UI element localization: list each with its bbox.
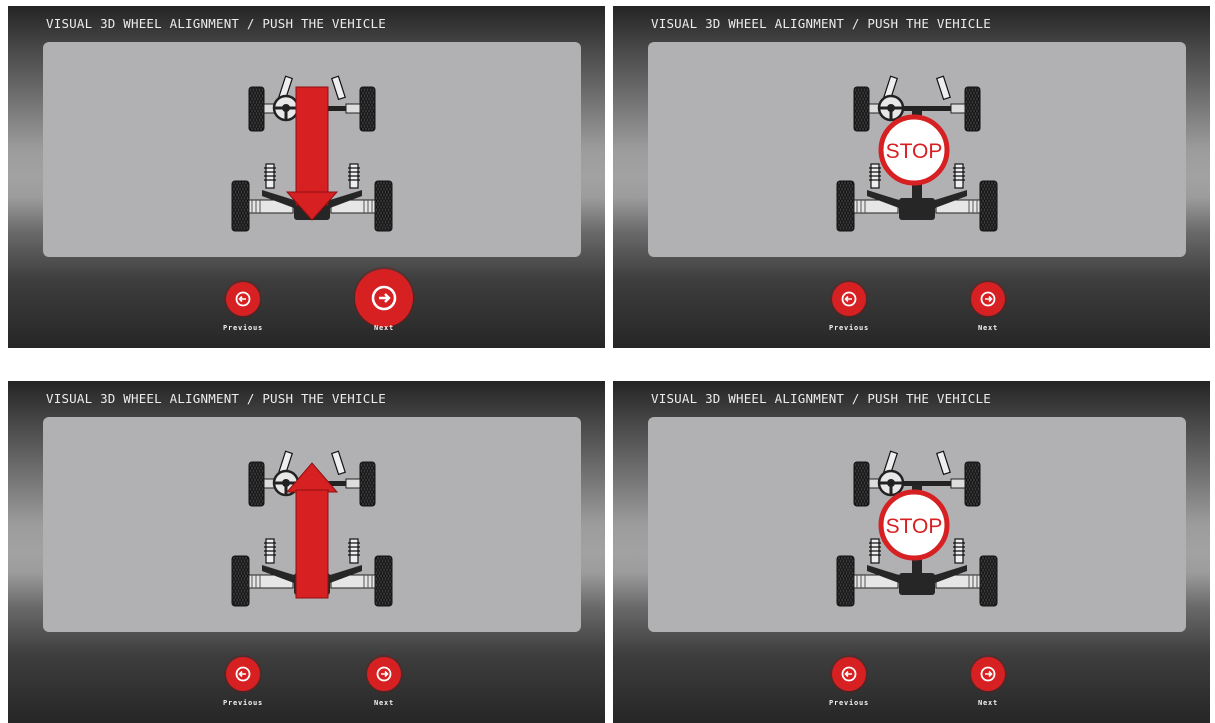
arrow-left-circle-icon [235,291,251,307]
vehicle-panel [43,42,581,257]
next-button[interactable] [971,282,1005,316]
alignment-screen-1: VISUAL 3D WHEEL ALIGNMENT / PUSH THE VEH… [8,6,605,348]
screen-title: VISUAL 3D WHEEL ALIGNMENT / PUSH THE VEH… [651,391,991,406]
next-label: Next [977,699,999,707]
screen-title: VISUAL 3D WHEEL ALIGNMENT / PUSH THE VEH… [46,391,386,406]
previous-label: Previous [222,324,264,332]
arrow-left-circle-icon [841,666,857,682]
previous-button[interactable] [832,657,866,691]
next-button[interactable] [367,657,401,691]
next-button[interactable] [971,657,1005,691]
stop-text: STOP [886,140,943,163]
arrow-left-circle-icon [235,666,251,682]
stop-sign-icon: STOP [878,114,950,186]
screen-title: VISUAL 3D WHEEL ALIGNMENT / PUSH THE VEH… [46,16,386,31]
vehicle-diagram: STOP [835,449,999,608]
vehicle-diagram: STOP [835,74,999,233]
previous-label: Previous [828,699,870,707]
vehicle-diagram [230,74,394,233]
previous-button[interactable] [226,282,260,316]
arrow-right-circle-icon [376,666,392,682]
vehicle-panel: STOP [648,42,1186,257]
next-label: Next [977,324,999,332]
vehicle-panel [43,417,581,632]
previous-label: Previous [222,699,264,707]
previous-button[interactable] [226,657,260,691]
stop-sign-icon: STOP [878,489,950,561]
alignment-screen-4: VISUAL 3D WHEEL ALIGNMENT / PUSH THE VEH… [613,381,1210,723]
alignment-screen-2: VISUAL 3D WHEEL ALIGNMENT / PUSH THE VEH… [613,6,1210,348]
previous-button[interactable] [832,282,866,316]
stop-text: STOP [886,515,943,538]
arrow-right-circle-icon [980,666,996,682]
next-label: Next [373,699,395,707]
vehicle-panel: STOP [648,417,1186,632]
vehicle-diagram [230,449,394,608]
next-label: Next [373,324,395,332]
arrow-right-circle-icon [980,291,996,307]
arrow-right-circle-icon [371,285,397,311]
next-button[interactable] [355,269,413,327]
arrow-left-circle-icon [841,291,857,307]
previous-label: Previous [828,324,870,332]
screen-title: VISUAL 3D WHEEL ALIGNMENT / PUSH THE VEH… [651,16,991,31]
alignment-screen-3: VISUAL 3D WHEEL ALIGNMENT / PUSH THE VEH… [8,381,605,723]
